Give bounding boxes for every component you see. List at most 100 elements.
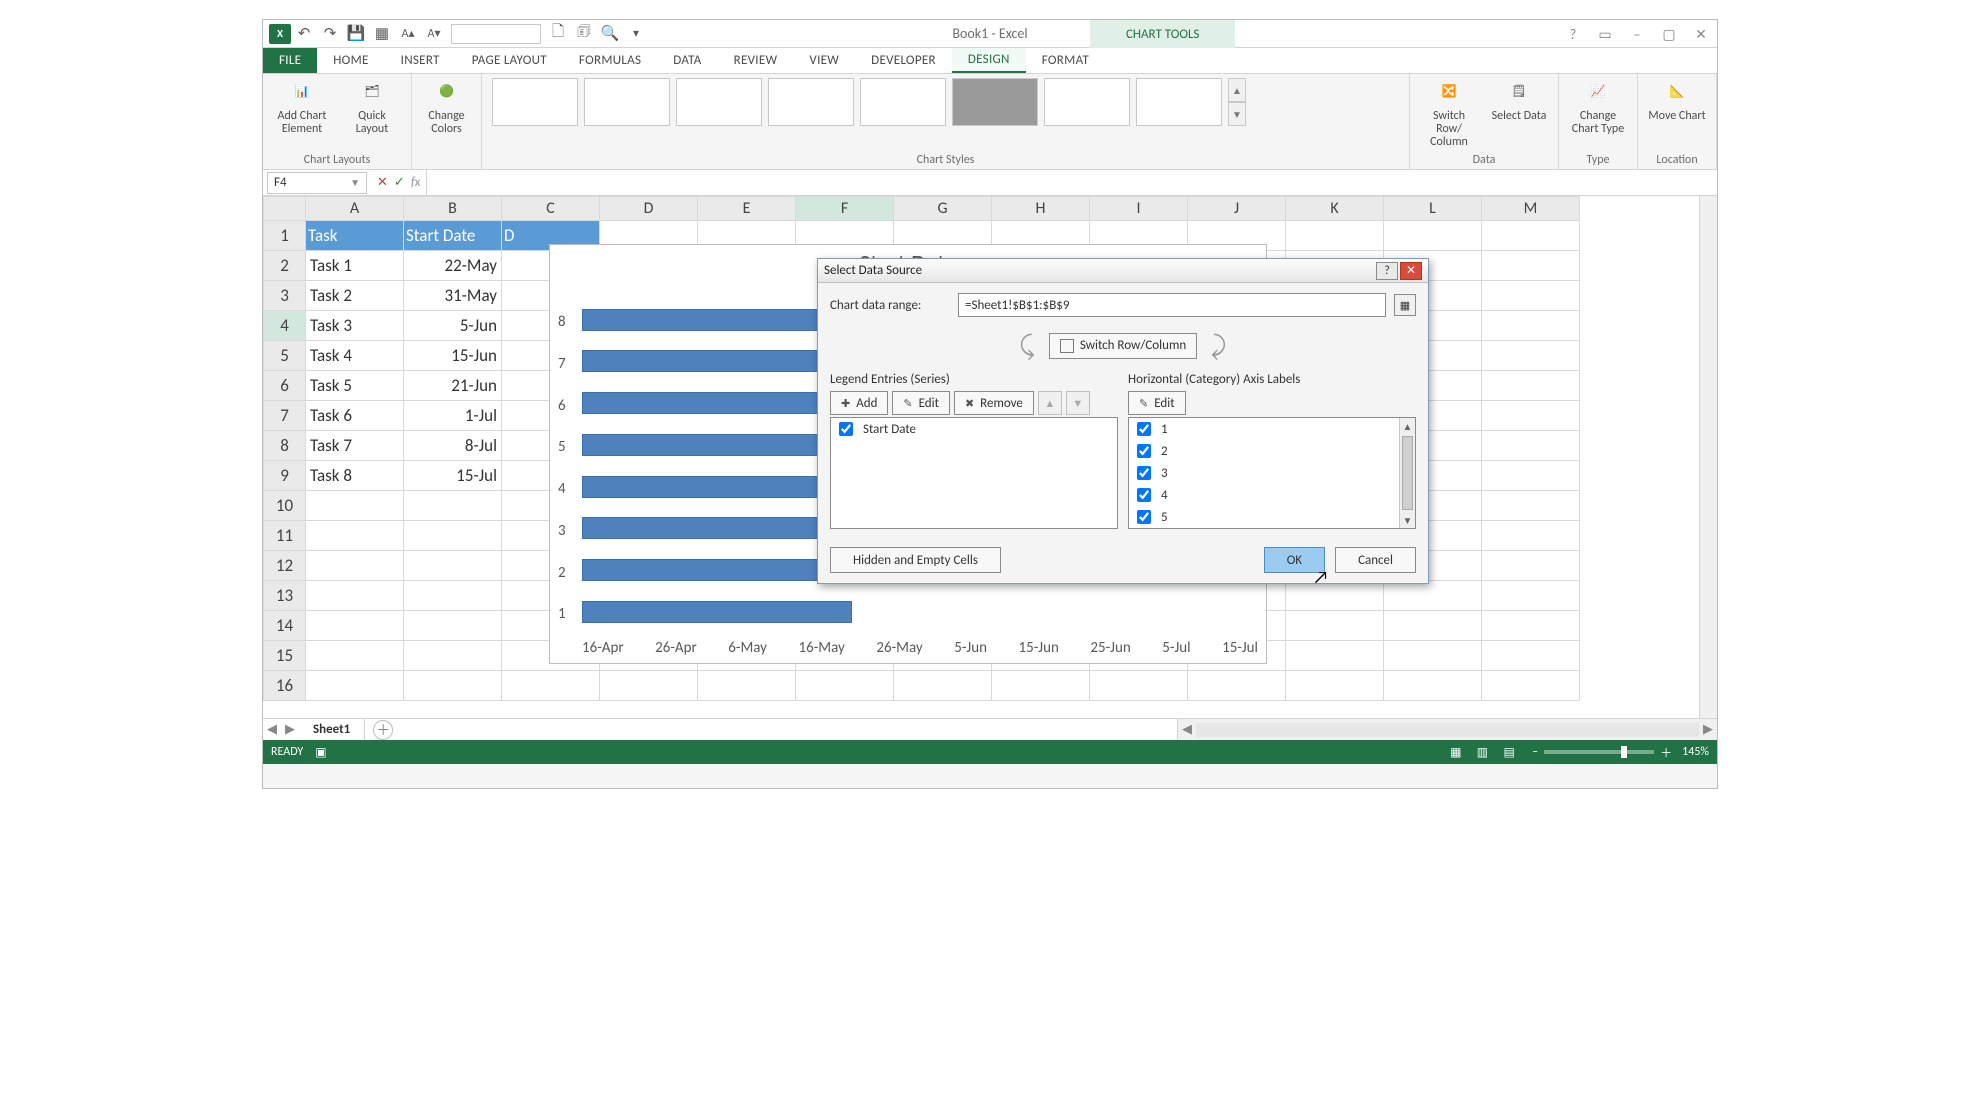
cell-M5[interactable] (1482, 341, 1580, 371)
series-listbox[interactable]: Start Date (830, 417, 1118, 529)
cell-B4[interactable]: 5-Jun (404, 311, 502, 341)
cell-M8[interactable] (1482, 431, 1580, 461)
cell-M10[interactable] (1482, 491, 1580, 521)
change-colors-button[interactable]: 🟢Change Colors (422, 78, 471, 136)
column-header-M[interactable]: M (1482, 197, 1580, 221)
cell-J16[interactable] (1188, 671, 1286, 701)
minimize-button[interactable]: – (1627, 26, 1647, 43)
row-header-16[interactable]: 16 (264, 671, 306, 701)
ribbon-tab-view[interactable]: VIEW (793, 48, 855, 73)
cell-A15[interactable] (306, 641, 404, 671)
cell-K1[interactable] (1286, 221, 1384, 251)
zoom-slider[interactable]: – ＋ (1532, 744, 1672, 761)
row-header-6[interactable]: 6 (264, 371, 306, 401)
ribbon-tab-page-layout[interactable]: PAGE LAYOUT (456, 48, 563, 73)
redo-button[interactable]: ↷ (317, 23, 343, 45)
view-normal-button[interactable]: ▦ (1445, 743, 1467, 761)
sheet-tab-active[interactable]: Sheet1 (299, 719, 365, 740)
ribbon-tab-formulas[interactable]: FORMULAS (563, 48, 657, 73)
column-header-J[interactable]: J (1188, 197, 1286, 221)
add-chart-element-button[interactable]: 📊Add Chart Element (273, 78, 331, 136)
cell-B14[interactable] (404, 611, 502, 641)
qat-btn-2[interactable]: 🗋 (545, 23, 571, 45)
row-header-14[interactable]: 14 (264, 611, 306, 641)
formula-input[interactable] (426, 170, 1717, 195)
row-header-1[interactable]: 1 (264, 221, 306, 251)
chart-styles-gallery[interactable]: ▲▼ (492, 78, 1246, 126)
hidden-empty-cells-button[interactable]: Hidden and Empty Cells (830, 547, 1001, 573)
cell-A8[interactable]: Task 7 (306, 431, 404, 461)
ribbon-tab-developer[interactable]: DEVELOPER (855, 48, 952, 73)
cell-B16[interactable] (404, 671, 502, 701)
ribbon-tab-insert[interactable]: INSERT (385, 48, 456, 73)
macro-record-icon[interactable]: ▣ (315, 745, 326, 760)
cell-L1[interactable] (1384, 221, 1482, 251)
cell-M1[interactable] (1482, 221, 1580, 251)
view-page-layout-button[interactable]: ▥ (1471, 743, 1493, 761)
cell-A6[interactable]: Task 5 (306, 371, 404, 401)
close-window-button[interactable]: ✕ (1691, 26, 1711, 43)
column-header-K[interactable]: K (1286, 197, 1384, 221)
save-button[interactable]: 💾 (343, 23, 369, 45)
series-remove-button[interactable]: ✖Remove (954, 391, 1034, 415)
row-header-9[interactable]: 9 (264, 461, 306, 491)
cell-B15[interactable] (404, 641, 502, 671)
cell-B13[interactable] (404, 581, 502, 611)
column-header-D[interactable]: D (600, 197, 698, 221)
range-picker-button[interactable]: ▦ (1394, 294, 1416, 316)
cell-B12[interactable] (404, 551, 502, 581)
name-box[interactable]: F4▼ (267, 172, 367, 194)
cell-G16[interactable] (894, 671, 992, 701)
cell-D16[interactable] (600, 671, 698, 701)
qat-customize-button[interactable]: ▾ (623, 23, 649, 45)
cell-B8[interactable]: 8-Jul (404, 431, 502, 461)
cell-M9[interactable] (1482, 461, 1580, 491)
row-header-12[interactable]: 12 (264, 551, 306, 581)
dialog-close-button[interactable]: ✕ (1400, 262, 1422, 280)
new-sheet-button[interactable]: ＋ (373, 720, 393, 740)
ribbon-tab-data[interactable]: DATA (657, 48, 717, 73)
cell-K14[interactable] (1286, 611, 1384, 641)
cell-B11[interactable] (404, 521, 502, 551)
select-data-ribbon-button[interactable]: 🗒Select Data (1490, 78, 1548, 123)
maximize-button[interactable]: ▢ (1659, 26, 1679, 43)
vertical-scrollbar[interactable] (1699, 196, 1717, 718)
column-header-E[interactable]: E (698, 197, 796, 221)
cell-C16[interactable] (502, 671, 600, 701)
column-header-L[interactable]: L (1384, 197, 1482, 221)
row-header-2[interactable]: 2 (264, 251, 306, 281)
ribbon-options-button[interactable]: ▭ (1595, 26, 1615, 43)
dialog-title-bar[interactable]: Select Data Source ? ✕ (818, 259, 1428, 283)
column-header-F[interactable]: F (796, 197, 894, 221)
listbox-scrollbar[interactable]: ▲▼ (1399, 418, 1415, 528)
cell-L15[interactable] (1384, 641, 1482, 671)
cancel-formula-icon[interactable]: ✕ (377, 175, 388, 190)
cell-B9[interactable]: 15-Jul (404, 461, 502, 491)
tab-nav-next[interactable]: ▶ (281, 722, 299, 737)
cell-A7[interactable]: Task 6 (306, 401, 404, 431)
chart-bar-1[interactable] (582, 601, 852, 623)
cell-K13[interactable] (1286, 581, 1384, 611)
categories-listbox[interactable]: 12345 ▲▼ (1128, 417, 1416, 529)
column-header-B[interactable]: B (404, 197, 502, 221)
ribbon-tab-file[interactable]: FILE (263, 48, 317, 73)
column-header-I[interactable]: I (1090, 197, 1188, 221)
series-add-button[interactable]: ✚Add (830, 391, 888, 415)
cell-B1[interactable]: Start Date (404, 221, 502, 251)
cell-M13[interactable] (1482, 581, 1580, 611)
category-item[interactable]: 5 (1129, 506, 1415, 528)
gallery-up-button[interactable]: ▲ (1228, 78, 1246, 102)
cell-A12[interactable] (306, 551, 404, 581)
cell-A13[interactable] (306, 581, 404, 611)
row-header-15[interactable]: 15 (264, 641, 306, 671)
cell-K15[interactable] (1286, 641, 1384, 671)
dialog-help-button[interactable]: ? (1376, 262, 1398, 280)
qat-btn-1[interactable]: ▦ (369, 23, 395, 45)
cell-M16[interactable] (1482, 671, 1580, 701)
row-header-3[interactable]: 3 (264, 281, 306, 311)
cell-A10[interactable] (306, 491, 404, 521)
ribbon-tab-format[interactable]: FORMAT (1026, 48, 1105, 73)
column-header-C[interactable]: C (502, 197, 600, 221)
series-edit-button[interactable]: ✎Edit (892, 391, 950, 415)
cell-M6[interactable] (1482, 371, 1580, 401)
